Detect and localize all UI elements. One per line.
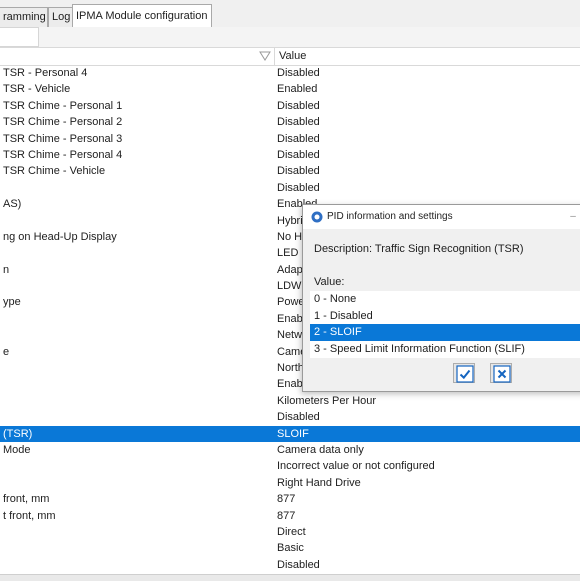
app-icon xyxy=(311,211,323,223)
parameter-value-cell[interactable]: Direct xyxy=(277,524,577,540)
parameter-name-cell: e xyxy=(3,345,10,358)
parameter-value-cell[interactable]: Disabled xyxy=(277,409,577,425)
toolbar xyxy=(0,27,580,47)
value-option[interactable]: 0 - None xyxy=(310,291,580,308)
parameter-name-cell: Mode xyxy=(3,443,31,456)
parameter-value-cell[interactable]: Disabled xyxy=(277,180,577,196)
parameter-value-cell[interactable]: Disabled xyxy=(277,114,577,130)
parameter-value-cell[interactable]: Disabled xyxy=(277,65,577,81)
table-row[interactable]: Disabled xyxy=(0,557,580,573)
parameter-name-cell: TSR Chime - Vehicle xyxy=(3,165,106,178)
grid-header: Value xyxy=(0,47,580,66)
parameter-value-cell[interactable]: Disabled xyxy=(277,163,577,179)
pid-settings-dialog: PID information and settings – Descripti… xyxy=(302,204,580,392)
parameter-name-cell: TSR - Personal 4 xyxy=(3,67,88,79)
ok-button[interactable] xyxy=(453,363,475,383)
tab-programming[interactable]: ramming xyxy=(0,7,48,27)
parameter-value-cell[interactable]: Disabled xyxy=(277,147,577,163)
x-icon xyxy=(493,365,511,383)
parameter-name-cell: AS) xyxy=(3,198,22,211)
parameter-value-cell[interactable]: Right Hand Drive xyxy=(277,475,577,491)
parameter-value-cell[interactable]: Camera data only xyxy=(277,442,577,458)
parameter-name-cell: ng on Head-Up Display xyxy=(3,230,117,243)
parameter-value-cell[interactable]: Basic xyxy=(277,540,577,556)
parameter-value-cell[interactable]: Disabled xyxy=(277,98,577,114)
parameter-value-cell[interactable]: Enabled xyxy=(277,81,577,97)
parameter-name-cell: TSR - Vehicle xyxy=(3,83,71,96)
table-row[interactable]: Kilometers Per Hour xyxy=(0,393,580,409)
table-row[interactable]: Basic xyxy=(0,540,580,556)
table-row[interactable]: t front, mm 877 xyxy=(0,508,580,524)
table-row[interactable]: Disabled xyxy=(0,409,580,425)
value-listbox[interactable]: 0 - None 1 - Disabled 2 - SLOIF 3 - Speed L… xyxy=(310,291,580,358)
parameter-name-cell: TSR Chime - Personal 2 xyxy=(3,116,123,129)
table-row[interactable]: Disabled xyxy=(0,180,580,196)
table-row[interactable]: Direct xyxy=(0,524,580,540)
parameter-name-cell: (TSR) xyxy=(3,427,33,440)
parameter-value-cell[interactable]: SLOIF xyxy=(277,426,577,442)
parameter-name-cell: TSR Chime - Personal 3 xyxy=(3,132,123,145)
tab-ipma-module-configuration[interactable]: IPMA Module configuration xyxy=(72,4,212,28)
table-row[interactable]: TSR Chime - Personal 3 Disabled xyxy=(0,131,580,147)
table-row[interactable]: TSR - Vehicle Enabled xyxy=(0,81,580,97)
minimize-icon[interactable]: – xyxy=(561,205,580,229)
value-label: Value: xyxy=(314,276,345,288)
parameter-name-cell: n xyxy=(3,263,10,276)
dialog-title: PID information and settings xyxy=(327,211,453,222)
table-row[interactable]: front, mm 877 xyxy=(0,491,580,507)
table-row[interactable]: Incorrect value or not configured xyxy=(0,458,580,474)
sort-icon[interactable] xyxy=(259,50,271,62)
value-option[interactable]: 2 - SLOIF xyxy=(310,324,580,341)
pid-description: Description: Traffic Sign Recognition (T… xyxy=(314,243,524,255)
value-option[interactable]: 3 - Speed Limit Information Function (SL… xyxy=(310,341,580,358)
parameter-name-cell: t front, mm xyxy=(3,509,56,522)
table-row[interactable]: (TSR) SLOIF xyxy=(0,425,580,442)
parameter-name-cell: TSR Chime - Personal 4 xyxy=(3,148,123,161)
value-option[interactable]: 1 - Disabled xyxy=(310,308,580,325)
parameter-value-cell[interactable]: Disabled xyxy=(277,131,577,147)
cancel-button[interactable] xyxy=(490,363,512,383)
tab-bar: ramming Log IPMA Module configuration xyxy=(0,0,580,28)
parameter-value-cell[interactable]: 877 xyxy=(277,508,577,524)
table-row[interactable]: TSR Chime - Personal 1 Disabled xyxy=(0,98,580,114)
table-row[interactable]: Right Hand Drive xyxy=(0,475,580,491)
parameter-value-cell[interactable]: Incorrect value or not configured xyxy=(277,458,577,474)
dialog-title-bar[interactable]: PID information and settings – xyxy=(303,205,580,229)
parameter-name-cell: ype xyxy=(3,296,21,309)
column-divider[interactable] xyxy=(274,48,275,65)
parameter-value-cell[interactable]: 877 xyxy=(277,491,577,507)
parameter-name-cell: TSR Chime - Personal 1 xyxy=(3,99,123,112)
table-row[interactable]: TSR Chime - Vehicle Disabled xyxy=(0,163,580,179)
parameter-value-cell[interactable]: Disabled xyxy=(277,557,577,573)
toolbar-field[interactable] xyxy=(0,27,39,47)
parameter-value-cell[interactable]: Kilometers Per Hour xyxy=(277,393,577,409)
table-row[interactable]: TSR Chime - Personal 4 Disabled xyxy=(0,147,580,163)
value-column-header[interactable]: Value xyxy=(279,49,306,64)
parameter-name-cell: front, mm xyxy=(3,493,50,506)
table-row[interactable]: TSR - Personal 4 Disabled xyxy=(0,65,580,81)
table-row[interactable]: Mode Camera data only xyxy=(0,442,580,458)
table-row[interactable]: TSR Chime - Personal 2 Disabled xyxy=(0,114,580,130)
check-icon xyxy=(456,365,474,383)
